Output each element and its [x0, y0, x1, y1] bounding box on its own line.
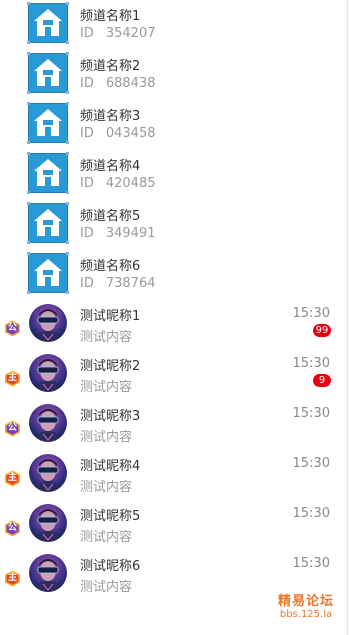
contact-nickname: 测试昵称5	[80, 509, 141, 524]
channel-home-icon	[27, 2, 69, 44]
contact-row[interactable]: 公 测试昵称5 测试内容 15:30	[0, 500, 350, 550]
channel-row[interactable]: 频道名称2 ID 688438	[0, 50, 350, 100]
channel-id-value: 354207	[105, 26, 156, 41]
channel-name: 频道名称3	[80, 109, 141, 124]
contact-row[interactable]: 公 测试昵称3 测试内容 15:30	[0, 400, 350, 450]
channel-id: ID 349491	[80, 226, 156, 241]
message-time: 15:30	[292, 356, 330, 371]
scrollbar-track[interactable]	[347, 0, 348, 635]
message-time: 15:30	[292, 456, 330, 471]
message-time: 15:30	[292, 406, 330, 421]
role-badge-text: 公	[7, 523, 17, 533]
contact-nickname: 测试昵称1	[80, 309, 141, 324]
contact-nickname: 测试昵称4	[80, 459, 141, 474]
channel-id-value: 688438	[105, 76, 156, 91]
watermark-url: bbs.125.la	[279, 609, 333, 620]
unread-count-badge: 99	[313, 324, 331, 337]
channel-id: ID 354207	[80, 26, 156, 41]
channel-id: ID 420485	[80, 176, 156, 191]
channel-row[interactable]: 频道名称3 ID 043458	[0, 100, 350, 150]
message-time: 15:30	[292, 506, 330, 521]
channel-id-label: ID	[80, 176, 94, 191]
unread-count-badge: 9	[313, 374, 331, 387]
role-badge-icon: 公	[4, 420, 21, 437]
contact-message-preview: 测试内容	[80, 380, 133, 395]
contact-message-preview: 测试内容	[80, 330, 133, 345]
channel-id-label: ID	[80, 76, 94, 91]
avatar[interactable]	[29, 354, 67, 392]
channel-home-icon	[27, 52, 69, 94]
channel-id: ID 043458	[80, 126, 156, 141]
channel-row[interactable]: 频道名称4 ID 420485	[0, 150, 350, 200]
contact-row[interactable]: 主 测试昵称2 测试内容 15:30 9	[0, 350, 350, 400]
contact-nickname: 测试昵称3	[80, 409, 141, 424]
avatar[interactable]	[29, 504, 67, 542]
role-badge-icon: 主	[4, 570, 21, 587]
channel-row[interactable]: 频道名称6 ID 738764	[0, 250, 350, 300]
channel-id-value: 043458	[105, 126, 156, 141]
role-badge-text: 主	[7, 573, 17, 583]
channel-name: 频道名称4	[80, 159, 141, 174]
message-time: 15:30	[292, 306, 330, 321]
channel-id-label: ID	[80, 26, 94, 41]
channel-row[interactable]: 频道名称5 ID 349491	[0, 200, 350, 250]
channel-home-icon	[27, 202, 69, 244]
channel-id-value: 420485	[105, 176, 156, 191]
channel-id: ID 738764	[80, 276, 156, 291]
avatar[interactable]	[29, 404, 67, 442]
role-badge-text: 公	[7, 323, 17, 333]
channel-row[interactable]: 频道名称1 ID 354207	[0, 0, 350, 50]
message-time: 15:30	[292, 556, 330, 571]
role-badge-icon: 公	[4, 520, 21, 537]
role-badge-text: 公	[7, 423, 17, 433]
watermark-title: 精易论坛	[277, 594, 334, 609]
channel-home-icon	[27, 252, 69, 294]
channel-home-icon	[27, 152, 69, 194]
channel-name: 频道名称2	[80, 59, 141, 74]
conversation-list: 频道名称1 ID 354207 频道名称2 ID 688438 频道名称3 ID 043458 频…	[0, 0, 350, 600]
contact-message-preview: 测试内容	[80, 480, 133, 495]
channel-id: ID 688438	[80, 76, 156, 91]
channel-id-value: 738764	[105, 276, 156, 291]
channel-id-label: ID	[80, 226, 94, 241]
role-badge-icon: 主	[4, 370, 21, 387]
contact-row[interactable]: 公 测试昵称1 测试内容 15:30 99	[0, 300, 350, 350]
contact-nickname: 测试昵称6	[80, 559, 141, 574]
channel-id-label: ID	[80, 126, 94, 141]
contact-message-preview: 测试内容	[80, 430, 133, 445]
role-badge-text: 主	[7, 373, 17, 383]
role-badge-text: 主	[7, 473, 17, 483]
channel-name: 频道名称6	[80, 259, 141, 274]
watermark: 精易论坛 bbs.125.la	[278, 590, 334, 620]
role-badge-icon: 公	[4, 320, 21, 337]
channel-name: 频道名称1	[80, 9, 141, 24]
channel-id-label: ID	[80, 276, 94, 291]
contact-nickname: 测试昵称2	[80, 359, 141, 374]
contact-message-preview: 测试内容	[80, 580, 133, 595]
avatar[interactable]	[29, 304, 67, 342]
channel-home-icon	[27, 102, 69, 144]
role-badge-icon: 主	[4, 470, 21, 487]
avatar[interactable]	[29, 554, 67, 592]
contact-message-preview: 测试内容	[80, 530, 133, 545]
channel-name: 频道名称5	[80, 209, 141, 224]
contact-row[interactable]: 主 测试昵称4 测试内容 15:30	[0, 450, 350, 500]
channel-id-value: 349491	[105, 226, 156, 241]
avatar[interactable]	[29, 454, 67, 492]
